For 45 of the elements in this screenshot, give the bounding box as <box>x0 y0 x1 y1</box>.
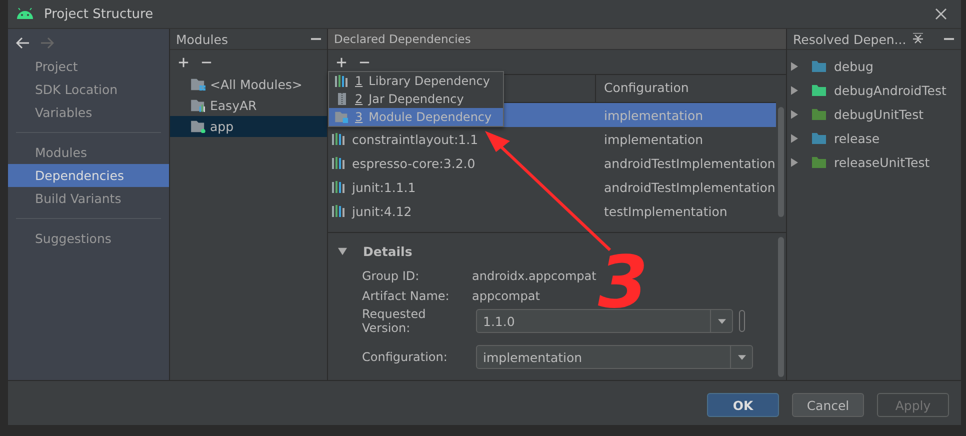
sidebar-item[interactable]: Project <box>8 55 169 78</box>
field-value: appcompat <box>472 289 541 303</box>
table-cell: implementation <box>604 108 704 122</box>
table-row[interactable]: junit:4.12 testImplementation <box>328 199 776 223</box>
table-row[interactable]: constraintlayout:1.1 implementation <box>328 127 776 151</box>
table-row[interactable]: junit:1.1.1 androidTestImplementation <box>328 175 776 199</box>
table-cell: testImplementation <box>604 204 728 218</box>
sidebar-item[interactable]: Variables <box>8 101 169 124</box>
window-title: Project Structure <box>44 6 154 22</box>
panel-title: Resolved Depen... <box>793 32 906 46</box>
dialog-button[interactable]: OK <box>707 393 779 417</box>
tree-item[interactable]: debugAndroidTest <box>787 78 961 102</box>
version-dropdown[interactable]: 1.1.0 <box>476 309 733 333</box>
sidebar-item[interactable]: Dependencies <box>8 164 169 187</box>
table-row[interactable]: espresso-core:3.2.0 androidTestImplementation <box>328 151 776 175</box>
sidebar-item[interactable]: SDK Location <box>8 78 169 101</box>
tree-item[interactable]: debugUnitTest <box>787 102 961 126</box>
column-header[interactable]: Configuration <box>596 75 689 102</box>
field-value: androidx.appcompat <box>472 269 596 283</box>
tree-item[interactable]: releaseUnitTest <box>787 150 961 174</box>
table-cell: espresso-core:3.2.0 <box>352 156 476 170</box>
tree-item[interactable]: release <box>787 126 961 150</box>
table-cell: junit:4.12 <box>352 204 412 218</box>
field-label: Configuration: <box>362 350 448 364</box>
sidebar-item[interactable]: Build Variants <box>8 187 169 210</box>
dialog-button[interactable]: Cancel <box>792 393 864 417</box>
module-item[interactable]: <All Modules> <box>170 74 327 95</box>
table-cell: androidTestImplementation <box>604 180 776 194</box>
sidebar-item[interactable]: Suggestions <box>8 227 169 250</box>
module-item[interactable]: EasyAR <box>170 95 327 116</box>
field-label: Requested Version: <box>362 307 427 335</box>
panel-title: Modules <box>176 32 228 46</box>
section-title: Details <box>363 244 412 258</box>
table-cell: implementation <box>604 132 704 146</box>
configuration-dropdown[interactable]: implementation <box>476 345 753 369</box>
module-item[interactable]: app <box>170 116 327 137</box>
table-cell: junit:1.1.1 <box>352 180 416 194</box>
tree-item[interactable]: debug <box>787 54 961 78</box>
table-cell: androidTestImplementation <box>604 156 776 170</box>
menu-item[interactable]: 1 Library Dependency <box>329 72 503 90</box>
field-label: Group ID: <box>362 269 420 283</box>
panel-title: Declared Dependencies <box>334 32 471 46</box>
sidebar-item[interactable]: Modules <box>8 141 169 164</box>
field-label: Artifact Name: <box>362 289 450 303</box>
table-cell: constraintlayout:1.1 <box>352 132 478 146</box>
